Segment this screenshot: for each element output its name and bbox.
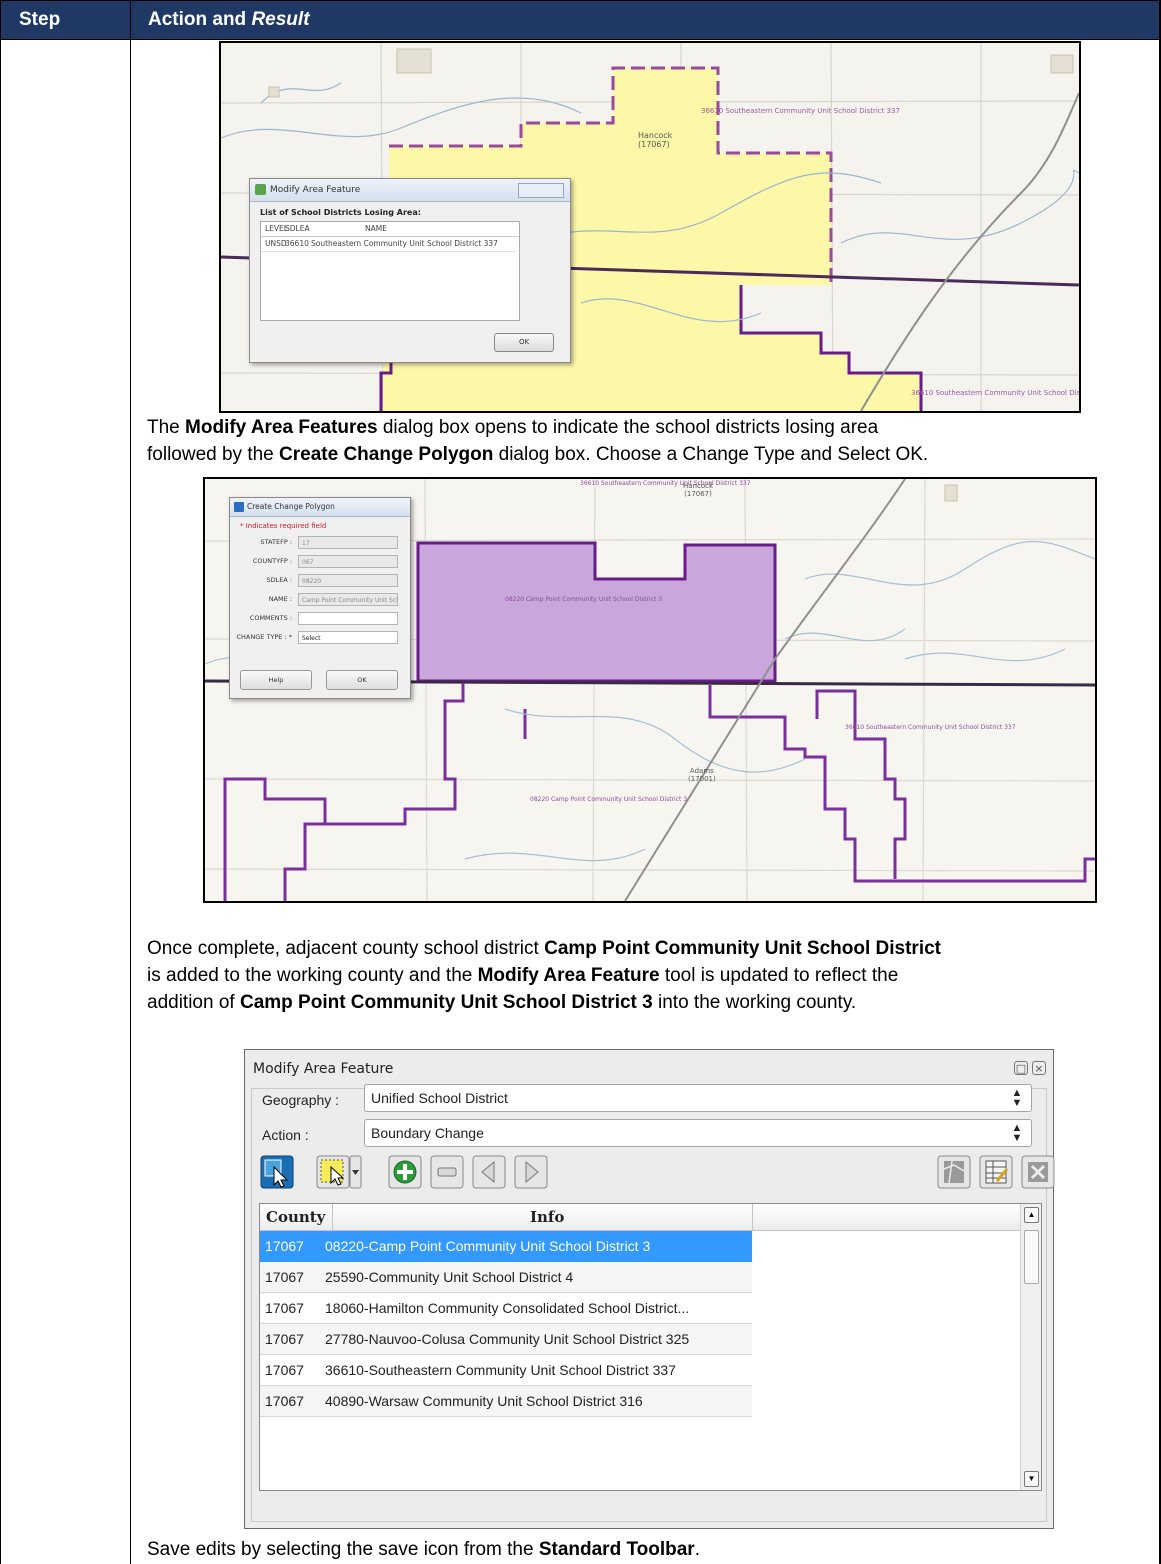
table-border-top <box>0 0 1161 1</box>
scrollbar-thumb[interactable] <box>1024 1230 1039 1284</box>
column-header-county[interactable]: County <box>266 1208 325 1226</box>
field-name: NAME :Camp Point Community Unit School D… <box>268 593 398 606</box>
table-row[interactable]: 17067 08220-Camp Point Community Unit Sch… <box>260 1231 752 1262</box>
map-1-county-label: Hancock (17067) <box>638 131 673 149</box>
svg-text:08220 Camp Point Community Uni: 08220 Camp Point Community Unit School D… <box>505 596 662 603</box>
dialog-title-bar: Create Change Polygon <box>230 498 410 517</box>
panel-title: Modify Area Feature <box>253 1061 394 1077</box>
dialog-ok-button[interactable]: OK <box>494 333 554 352</box>
map-extent-icon[interactable] <box>937 1155 971 1189</box>
grid-scrollbar[interactable]: ▲ ▼ <box>1020 1204 1041 1490</box>
panel-title-bar: Modify Area Feature □ × <box>245 1050 1053 1088</box>
dialog-app-icon <box>255 184 266 195</box>
chevron-updown-icon: ▲ ▼ <box>1011 1122 1023 1144</box>
add-icon[interactable] <box>388 1155 422 1189</box>
svg-text:36610 Southeastern Community U: 36610 Southeastern Community Unit School… <box>580 480 751 487</box>
float-panel-icon[interactable]: □ <box>1014 1061 1028 1075</box>
dialog-window-buttons[interactable] <box>518 183 564 198</box>
table-column-divider <box>130 0 131 1564</box>
modify-area-feature-dialog: Modify Area Feature List of School Distr… <box>249 178 571 363</box>
remove-icon[interactable] <box>430 1155 464 1189</box>
field-countyfp: COUNTYFP :067 <box>230 552 410 571</box>
paragraph-completion: Once complete, adjacent county school di… <box>147 938 941 1013</box>
field-comments: COMMENTS : <box>230 609 410 628</box>
table-header: Step Action and Result <box>1 1 1161 40</box>
header-step: Step <box>19 9 61 30</box>
attribute-table-icon[interactable] <box>979 1155 1013 1189</box>
chevron-updown-icon: ▲ ▼ <box>1011 1087 1023 1109</box>
table-row[interactable]: 17067 40890-Warsaw Community Unit School … <box>260 1386 752 1417</box>
table-row[interactable]: 17067 25590-Community Unit School Distric… <box>260 1262 752 1293</box>
required-field-note: * Indicates required field <box>240 522 327 530</box>
field-statefp: STATEFP :17 <box>230 533 410 552</box>
table-row[interactable]: 17067 18060-Hamilton Community Consolidat… <box>260 1293 752 1324</box>
field-sdlea: SDLEA :08220 <box>230 571 410 590</box>
losing-area-row[interactable]: UNSD36610 Southeastern Community Unit Sch… <box>261 237 515 252</box>
close-panel-x-icon[interactable]: × <box>1032 1061 1046 1075</box>
geography-label: Geography : <box>262 1092 340 1108</box>
grid-column-separator <box>332 1204 333 1230</box>
svg-text:36610 Southeastern Community U: 36610 Southeastern Community Unit School… <box>845 724 1016 731</box>
losing-area-list-header: LEVELSDLEA NAME <box>261 222 519 237</box>
table-row[interactable]: 17067 27780-Nauvoo-Colusa Community Unit … <box>260 1324 752 1355</box>
svg-text:36610 Southeastern Community U: 36610 Southeastern Community Unit School… <box>701 107 900 115</box>
grid-column-separator <box>752 1204 753 1230</box>
close-panel-icon[interactable] <box>1021 1155 1055 1189</box>
geography-select[interactable]: Unified School District ▲ ▼ <box>364 1084 1032 1112</box>
map-2-county-label-adams: Adams (17001) <box>688 767 716 783</box>
column-header-info[interactable]: Info <box>530 1208 564 1226</box>
help-button[interactable]: Help <box>240 670 312 690</box>
losing-area-list: LEVELSDLEA NAME UNSD36610 Southeastern Com… <box>260 221 520 321</box>
scroll-up-icon[interactable]: ▲ <box>1024 1207 1039 1223</box>
losing-area-heading: List of School Districts Losing Area: <box>260 208 421 217</box>
action-label: Action : <box>262 1127 309 1143</box>
field-change-type: CHANGE TYPE : * Select <box>230 628 410 647</box>
ok-button[interactable]: OK <box>326 670 398 690</box>
change-type-select[interactable]: Select <box>298 631 398 644</box>
create-change-polygon-dialog: Create Change Polygon * Indicates requir… <box>229 497 411 699</box>
map-screenshot-1: 36610 Southeastern Community Unit School… <box>219 41 1081 413</box>
map-2-county-label-top: Hancock (17067) <box>683 482 714 498</box>
next-icon[interactable] <box>514 1155 548 1189</box>
scroll-down-icon[interactable]: ▼ <box>1024 1471 1039 1487</box>
header-action: Action and Result <box>148 9 310 30</box>
grid-header: County Info <box>260 1204 1020 1231</box>
select-features-icon[interactable] <box>260 1155 294 1189</box>
map-screenshot-2: 08220 Camp Point Community Unit School D… <box>203 477 1097 903</box>
action-select[interactable]: Boundary Change ▲ ▼ <box>364 1119 1032 1147</box>
table-border-left <box>0 0 1 1564</box>
previous-icon[interactable] <box>472 1155 506 1189</box>
table-row[interactable]: 17067 36610-Southeastern Community Unit S… <box>260 1355 752 1386</box>
dialog-app-icon <box>234 502 244 512</box>
select-rectangle-icon[interactable] <box>316 1155 362 1189</box>
dialog-title-bar: Modify Area Feature <box>250 179 570 202</box>
school-district-grid: County Info 17067 08220-Camp Point Commun… <box>259 1203 1042 1491</box>
paragraph-save: Save edits by selecting the save icon fr… <box>147 1539 700 1560</box>
paragraph-modify-dialog: The Modify Area Features dialog box open… <box>147 417 929 465</box>
svg-text:36610 Southeastern Community U: 36610 Southeastern Community Unit School… <box>911 389 1079 397</box>
document-page: Step Action and Result 36610 Southeaster… <box>0 0 1161 1564</box>
svg-text:08220 Camp Point Community Uni: 08220 Camp Point Community Unit School D… <box>530 796 687 803</box>
